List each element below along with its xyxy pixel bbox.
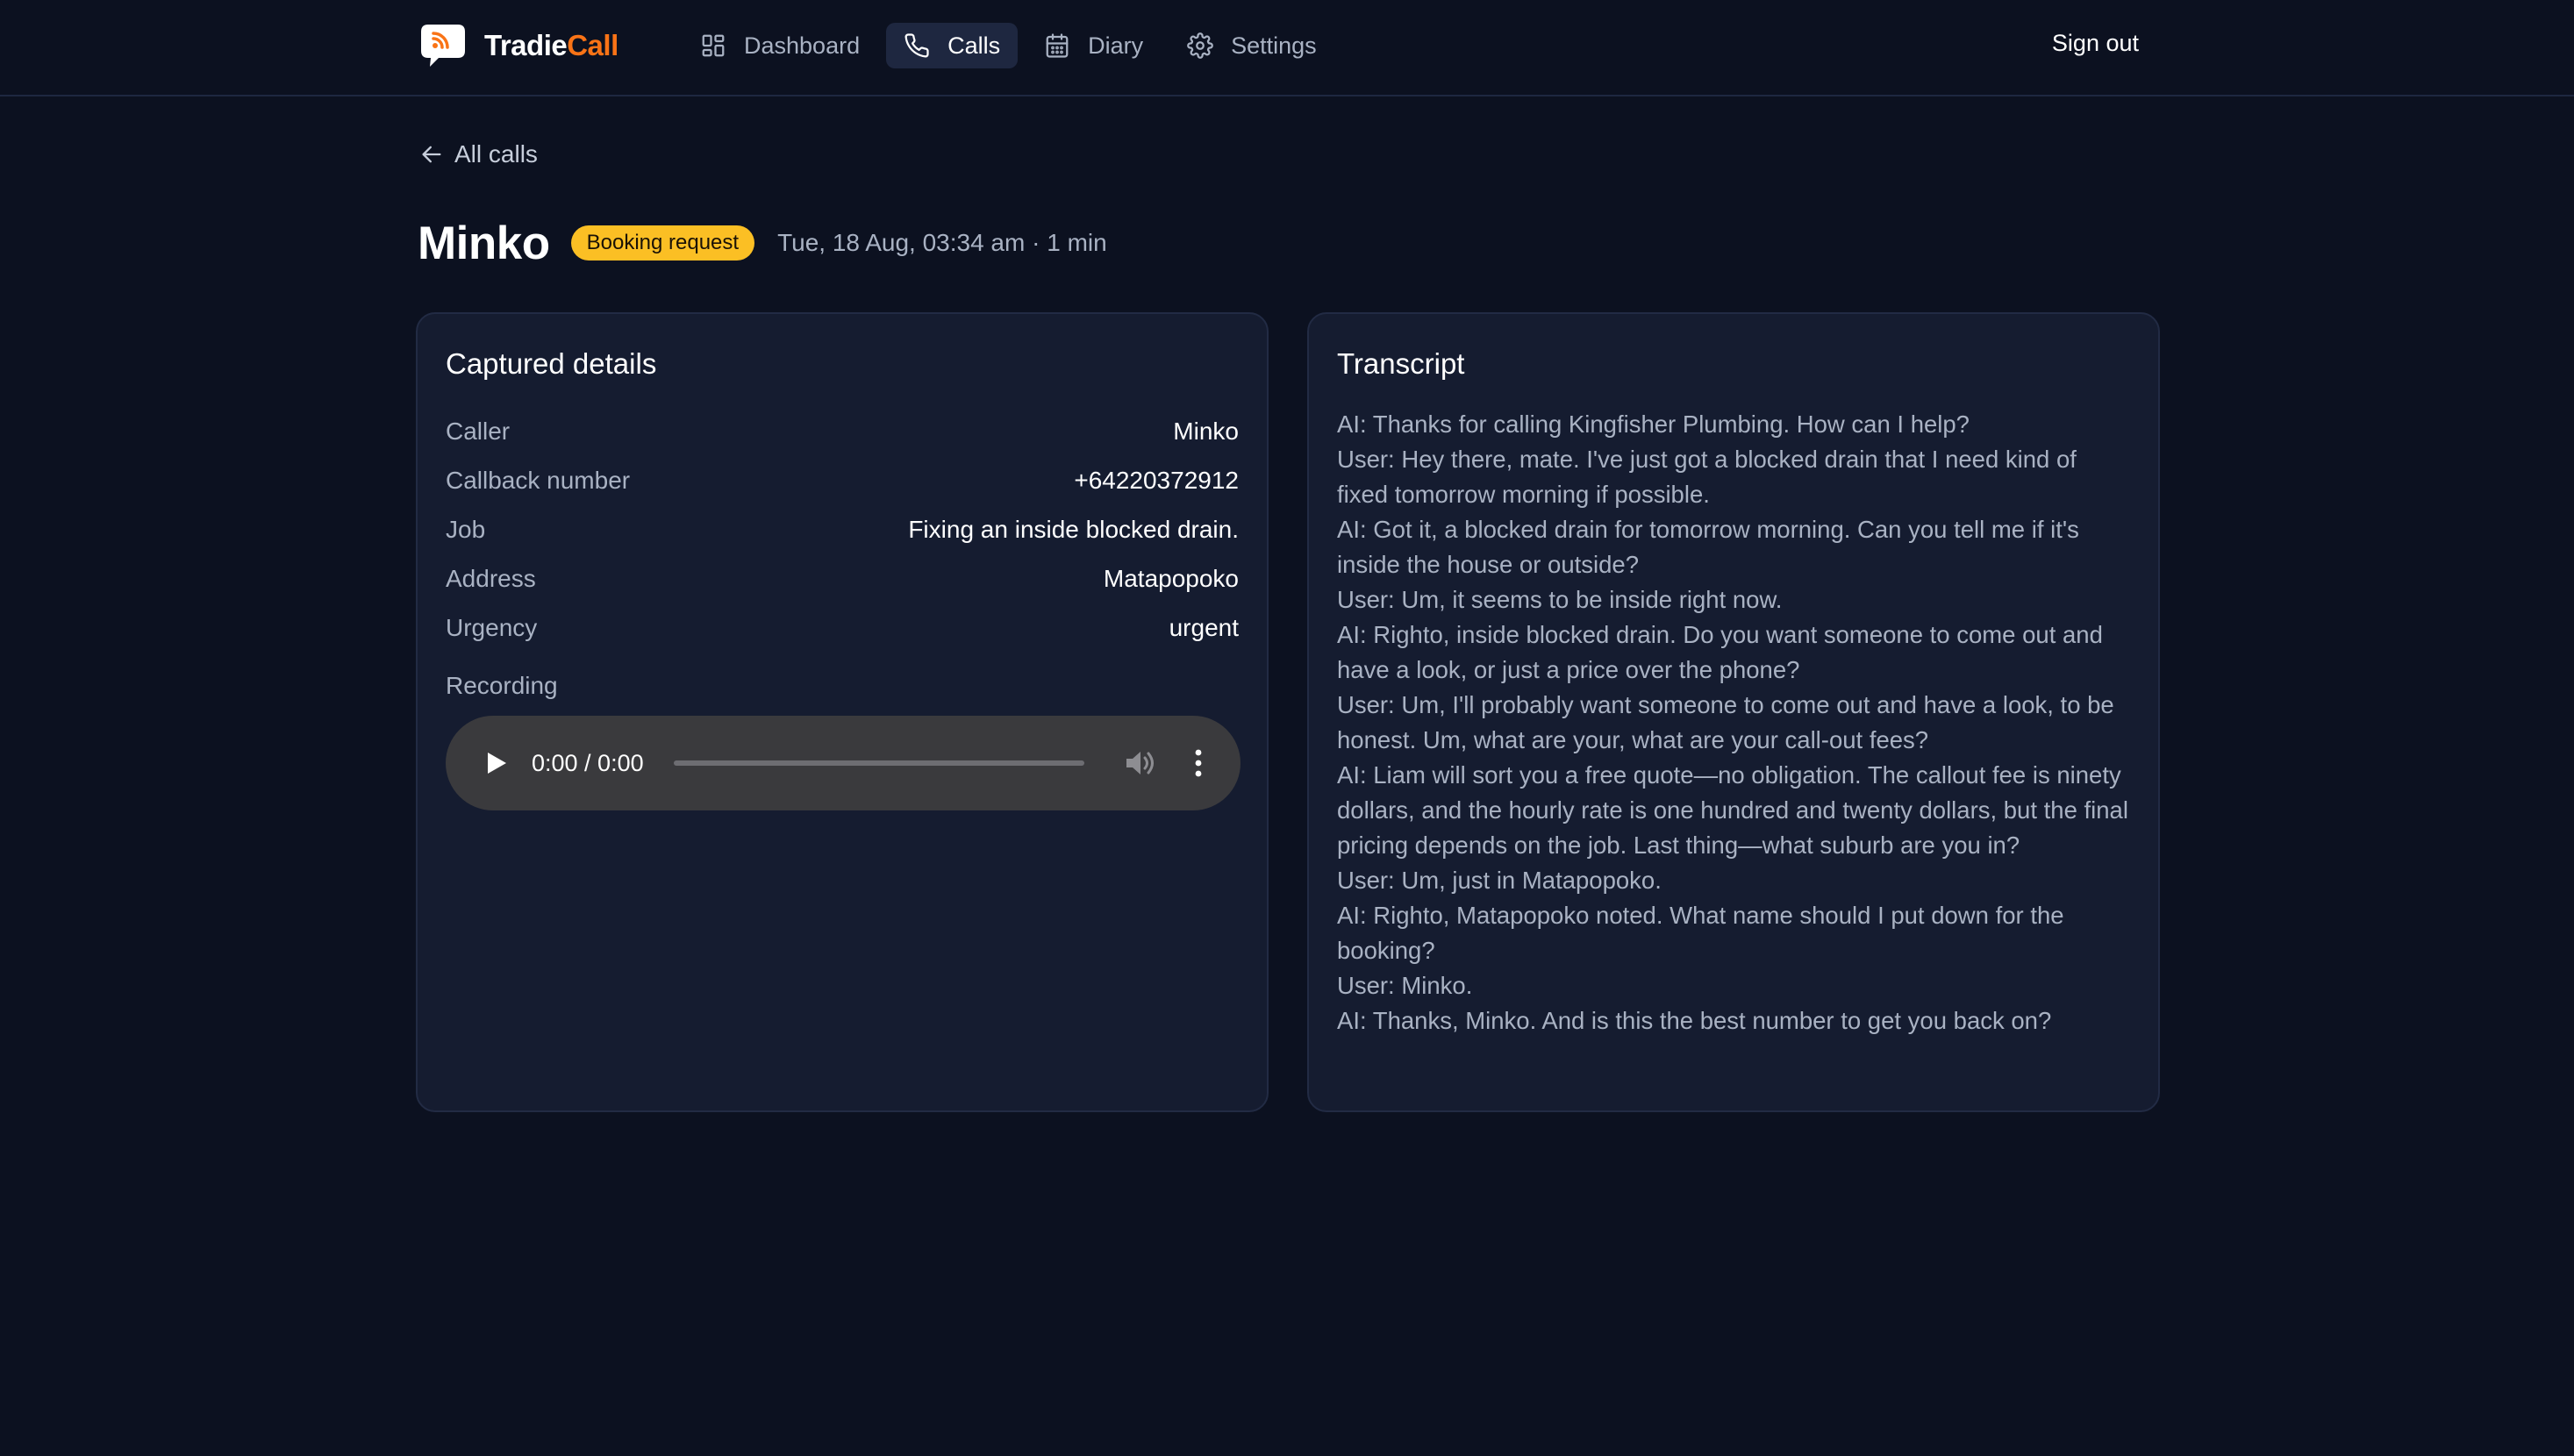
gear-icon (1187, 32, 1213, 59)
captured-details-card: Captured details Caller Minko Callback n… (416, 312, 1269, 1112)
speech-bubble-wifi-icon (421, 25, 465, 67)
transcript-line: AI: Liam will sort you a free quote—no o… (1337, 761, 2128, 859)
more-options-button[interactable] (1181, 746, 1216, 781)
playback-progress-slider[interactable] (673, 760, 1084, 766)
transcript-line: User: Minko. (1337, 972, 1473, 999)
nav-item-calls[interactable]: Calls (886, 23, 1019, 68)
more-vertical-icon (1195, 749, 1202, 777)
detail-value: Minko (1173, 418, 1239, 445)
nav-item-label: Dashboard (744, 32, 861, 59)
transcript-line: AI: Righto, Matapopoko noted. What name … (1337, 902, 2064, 964)
detail-label: Caller (446, 418, 511, 445)
transcript-line: User: Um, just in Matapopoko. (1337, 867, 1662, 894)
transcript-line: AI: Thanks for calling Kingfisher Plumbi… (1337, 410, 1970, 438)
playback-time: 0:00 / 0:00 (532, 749, 644, 776)
detail-value: +64220372912 (1074, 467, 1239, 494)
status-badge: Booking request (570, 225, 755, 261)
nav-item-label: Calls (947, 32, 1001, 59)
nav-item-diary[interactable]: Diary (1026, 23, 1161, 68)
transcript-body: AI: Thanks for calling Kingfisher Plumbi… (1337, 407, 2130, 1038)
transcript-line: AI: Got it, a blocked drain for tomorrow… (1337, 516, 2079, 578)
detail-row-caller: Caller Minko (446, 407, 1239, 456)
detail-label: Urgency (446, 614, 538, 641)
call-header: Minko Booking request Tue, 18 Aug, 03:34… (418, 211, 1107, 275)
play-icon (488, 753, 506, 774)
brand-name-main: Tradie (484, 29, 568, 61)
detail-value: Matapopoko (1103, 565, 1239, 592)
brand-name: TradieCall (484, 29, 618, 62)
detail-label: Callback number (446, 467, 631, 494)
audio-player: 0:00 / 0:00 (446, 716, 1241, 810)
main-nav: Dashboard Calls Diary Settings (683, 23, 1343, 68)
transcript-line: AI: Righto, inside blocked drain. Do you… (1337, 621, 2103, 683)
detail-value: urgent (1169, 614, 1239, 641)
call-meta: Tue, 18 Aug, 03:34 am · 1 min (777, 229, 1107, 256)
back-link-label: All calls (454, 140, 538, 168)
brand-name-accent: Call (567, 29, 618, 61)
transcript-line: AI: Thanks, Minko. And is this the best … (1337, 1007, 2052, 1034)
transcript-line: User: Um, I'll probably want someone to … (1337, 691, 2114, 753)
brand-logo-link[interactable]: TradieCall (419, 21, 618, 70)
nav-item-label: Settings (1231, 32, 1317, 59)
detail-row-address: Address Matapopoko (446, 554, 1239, 603)
phone-icon (904, 33, 929, 58)
calendar-icon (1046, 33, 1069, 58)
top-navigation-bar: TradieCall Dashboard Calls Diary Setting… (0, 0, 2574, 96)
page-title: Minko (418, 217, 550, 269)
transcript-card: Transcript AI: Thanks for calling Kingfi… (1307, 312, 2160, 1112)
volume-button[interactable] (1123, 746, 1158, 781)
volume-icon (1126, 752, 1154, 774)
sign-out-button[interactable]: Sign out (2052, 30, 2139, 57)
grid-icon (702, 34, 725, 57)
detail-value: Fixing an inside blocked drain. (908, 516, 1239, 543)
detail-row-callback-number: Callback number +64220372912 (446, 456, 1239, 505)
back-to-all-calls-link[interactable]: All calls (419, 140, 538, 168)
recording-label: Recording (446, 672, 558, 699)
play-button[interactable] (481, 747, 512, 779)
arrow-left-icon (422, 146, 441, 163)
card-title: Transcript (1337, 347, 1465, 380)
detail-row-urgency: Urgency urgent (446, 603, 1239, 653)
transcript-line: User: Hey there, mate. I've just got a b… (1337, 446, 2077, 508)
nav-item-label: Diary (1088, 32, 1144, 59)
nav-item-settings[interactable]: Settings (1169, 23, 1334, 68)
detail-label: Job (446, 516, 486, 543)
card-title: Captured details (446, 347, 657, 380)
detail-row-job: Job Fixing an inside blocked drain. (446, 505, 1239, 554)
nav-item-dashboard[interactable]: Dashboard (683, 23, 877, 68)
transcript-line: User: Um, it seems to be inside right no… (1337, 586, 1783, 613)
detail-label: Address (446, 565, 536, 592)
